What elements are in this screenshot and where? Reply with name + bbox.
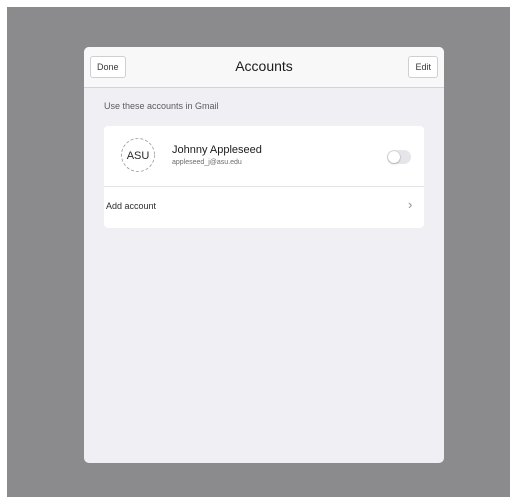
account-toggle-switch[interactable] bbox=[387, 150, 411, 164]
edit-button[interactable]: Edit bbox=[408, 56, 438, 78]
accounts-sheet: Done Accounts Edit Use these accounts in… bbox=[84, 47, 444, 463]
add-account-label: Add account bbox=[106, 201, 157, 211]
screen: Done Accounts Edit Use these accounts in… bbox=[0, 0, 517, 504]
account-name: Johnny Appleseed bbox=[172, 144, 262, 156]
accounts-list: ASU Johnny Appleseed appleseed_j@asu.edu… bbox=[104, 126, 424, 228]
chevron-right-icon: › bbox=[408, 197, 413, 212]
asu-logo-icon: ASU bbox=[121, 138, 155, 172]
account-email: appleseed_j@asu.edu bbox=[172, 159, 242, 166]
account-row[interactable]: ASU Johnny Appleseed appleseed_j@asu.edu bbox=[104, 126, 424, 186]
section-header: Use these accounts in Gmail bbox=[104, 101, 219, 111]
toggle-knob bbox=[388, 151, 400, 163]
navigation-bar: Done Accounts Edit bbox=[84, 47, 444, 88]
page-title: Accounts bbox=[235, 58, 293, 74]
add-account-row[interactable]: Add account › bbox=[104, 187, 424, 228]
avatar-text: ASU bbox=[127, 150, 150, 162]
